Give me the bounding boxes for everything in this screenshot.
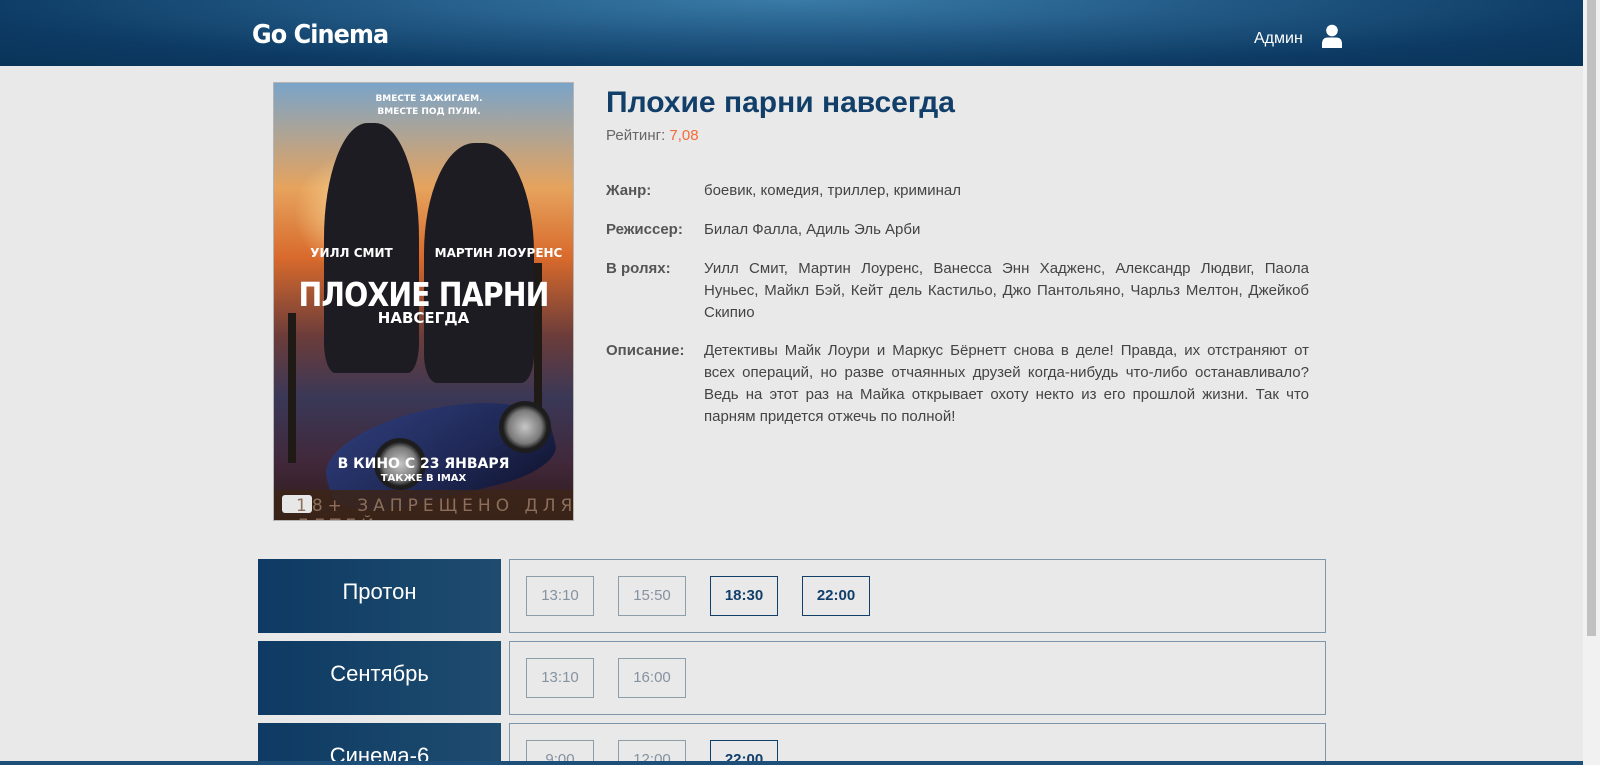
movie-poster: ВМЕСТЕ ЗАЖИГАЕМ. ВМЕСТЕ ПОД ПУЛИ. УИЛЛ С… <box>273 82 574 521</box>
director-label: Режиссер: <box>606 221 683 238</box>
cinema-name[interactable]: Синема-6 <box>258 723 501 765</box>
cinema-row: Протон 13:10 15:50 18:30 22:00 <box>258 559 1326 633</box>
user-icon[interactable] <box>1321 24 1343 48</box>
site-logo[interactable]: Go Cinema <box>252 20 389 50</box>
rating-label: Рейтинг: <box>606 127 666 144</box>
session-time-button: 16:00 <box>618 658 686 698</box>
poster-figure-right <box>424 143 534 383</box>
description-value: Детективы Майк Лоури и Маркус Бёрнетт сн… <box>704 342 1309 425</box>
movie-title: Плохие парни навсегда <box>606 86 955 119</box>
genre-value: боевик, комедия, триллер, криминал <box>704 182 961 199</box>
session-time-button: 15:50 <box>618 576 686 616</box>
cinema-row: Сентябрь 13:10 16:00 <box>258 641 1326 715</box>
cast-label: В ролях: <box>606 260 671 277</box>
cinema-row: Синема-6 9:00 12:00 22:00 <box>258 723 1326 765</box>
cinema-name[interactable]: Протон <box>258 559 501 633</box>
session-time-button[interactable]: 18:30 <box>710 576 778 616</box>
director-value: Билал Фалла, Адиль Эль Арби <box>704 221 921 238</box>
top-navbar: Go Cinema Админ <box>0 0 1583 66</box>
session-time-button[interactable]: 22:00 <box>802 576 870 616</box>
rating-value: 7,08 <box>669 127 699 144</box>
scrollbar-thumb[interactable] <box>1587 0 1596 636</box>
sessions-list: 13:10 16:00 <box>509 641 1326 715</box>
cast-value: Уилл Смит, Мартин Лоуренс, Ванесса Энн Х… <box>704 260 1309 321</box>
movie-rating: Рейтинг: 7,08 <box>606 127 699 144</box>
description-label: Описание: <box>606 342 685 359</box>
session-time-button: 13:10 <box>526 576 594 616</box>
sessions-list: 13:10 15:50 18:30 22:00 <box>509 559 1326 633</box>
session-time-button: 13:10 <box>526 658 594 698</box>
sessions-list: 9:00 12:00 22:00 <box>509 723 1326 765</box>
cinema-name[interactable]: Сентябрь <box>258 641 501 715</box>
bottom-bar <box>0 761 1583 765</box>
genre-label: Жанр: <box>606 182 652 199</box>
user-name-link[interactable]: Админ <box>1254 30 1303 48</box>
